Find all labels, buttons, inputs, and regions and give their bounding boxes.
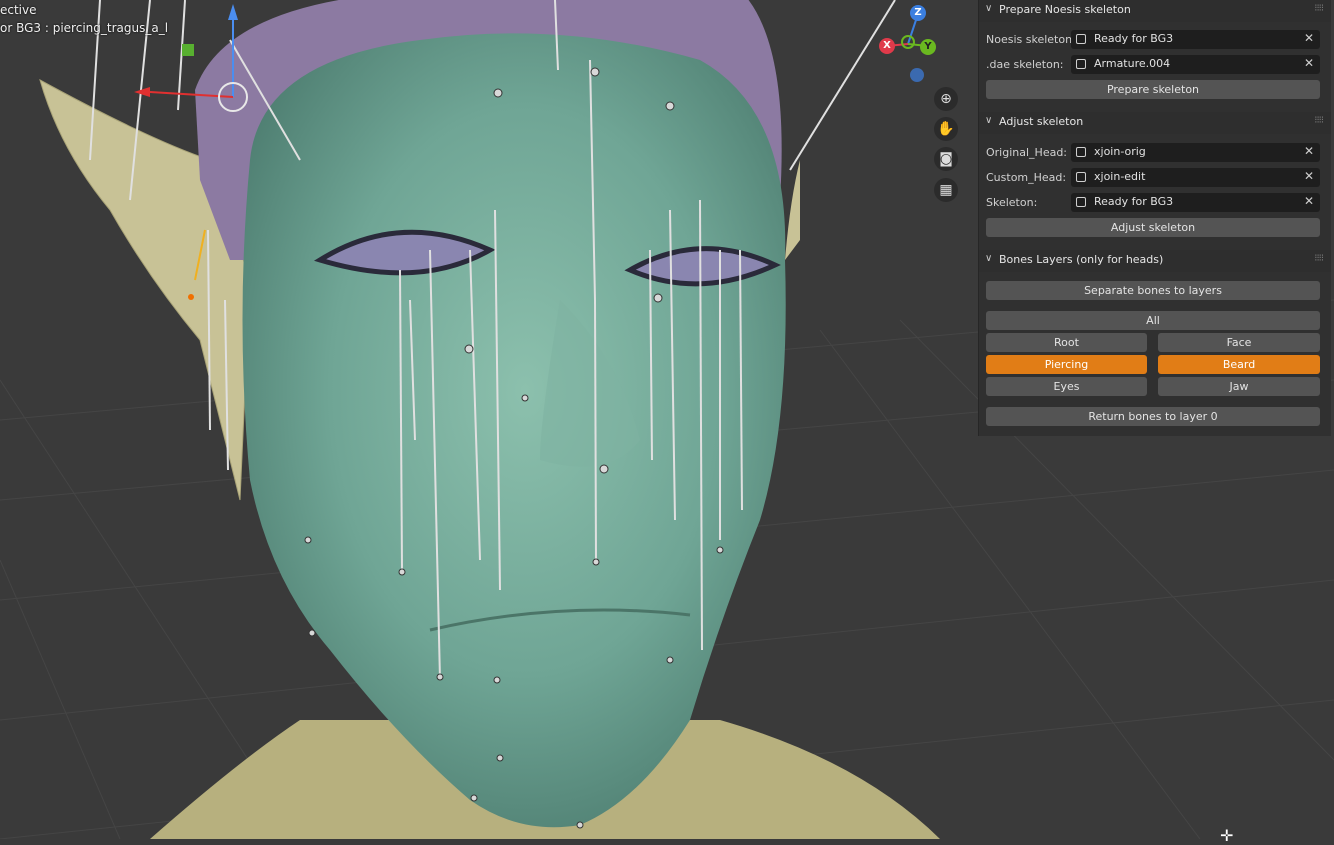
skeleton-label: Skeleton:: [986, 196, 1038, 209]
separate-bones-button[interactable]: Separate bones to layers: [986, 281, 1320, 300]
noesis-skeleton-label: Noesis skeleton:: [986, 33, 1076, 46]
drag-grip-icon[interactable]: ⁝⁝⁝⁝: [1314, 3, 1324, 14]
custom-head-field[interactable]: xjoin-edit ✕: [1071, 168, 1320, 187]
sidebar-panel: ∨ Prepare Noesis skeleton ⁝⁝⁝⁝ Noesis sk…: [978, 0, 1331, 436]
chevron-down-icon: ∨: [985, 253, 993, 264]
skeleton-field[interactable]: Ready for BG3 ✕: [1071, 193, 1320, 212]
layer-all-button[interactable]: All: [986, 311, 1320, 330]
original-head-value: xjoin-orig: [1094, 145, 1146, 158]
noesis-skeleton-value: Ready for BG3: [1094, 32, 1174, 45]
layer-jaw-button[interactable]: Jaw: [1158, 377, 1320, 396]
camera-icon[interactable]: ◙: [934, 147, 958, 171]
custom-head-value: xjoin-edit: [1094, 170, 1146, 183]
active-object-text: or BG3 : piercing_tragus_a_l: [0, 21, 169, 35]
dae-skeleton-field[interactable]: Armature.004 ✕: [1071, 55, 1320, 74]
layer-root-button[interactable]: Root: [986, 333, 1147, 352]
prepare-skeleton-button[interactable]: Prepare skeleton: [986, 80, 1320, 99]
navigation-gizmo[interactable]: Z X Y: [876, 4, 940, 84]
gizmo-neg-z-axis[interactable]: [910, 68, 924, 82]
hand-pan-icon[interactable]: ✋: [934, 117, 958, 141]
chevron-down-icon: ∨: [985, 115, 993, 126]
zoom-icon[interactable]: ⊕: [934, 87, 958, 111]
dae-skeleton-label: .dae skeleton:: [986, 58, 1064, 71]
object-icon: [1076, 172, 1086, 182]
clear-icon[interactable]: ✕: [1304, 194, 1314, 208]
object-icon: [1076, 197, 1086, 207]
drag-grip-icon[interactable]: ⁝⁝⁝⁝: [1314, 115, 1324, 126]
clear-icon[interactable]: ✕: [1304, 144, 1314, 158]
chevron-down-icon: ∨: [985, 3, 993, 14]
original-head-field[interactable]: xjoin-orig ✕: [1071, 143, 1320, 162]
layer-face-button[interactable]: Face: [1158, 333, 1320, 352]
gizmo-x-axis[interactable]: X: [879, 38, 895, 54]
clear-icon[interactable]: ✕: [1304, 31, 1314, 45]
section-title: Prepare Noesis skeleton: [999, 3, 1131, 16]
viewport-mode-text: ective: [0, 3, 37, 17]
clear-icon[interactable]: ✕: [1304, 169, 1314, 183]
section-adjust-skeleton-header[interactable]: ∨ Adjust skeleton ⁝⁝⁝⁝: [979, 112, 1331, 134]
object-icon: [1076, 34, 1086, 44]
layer-eyes-button[interactable]: Eyes: [986, 377, 1147, 396]
custom-head-label: Custom_Head:: [986, 171, 1067, 184]
noesis-skeleton-field[interactable]: Ready for BG3 ✕: [1071, 30, 1320, 49]
skeleton-value: Ready for BG3: [1094, 195, 1174, 208]
crosshair-cursor-icon: ✛: [1220, 826, 1234, 845]
object-icon: [1076, 59, 1086, 69]
clear-icon[interactable]: ✕: [1304, 56, 1314, 70]
layer-piercing-button[interactable]: Piercing: [986, 355, 1147, 374]
return-bones-button[interactable]: Return bones to layer 0: [986, 407, 1320, 426]
section-prepare-noesis-header[interactable]: ∨ Prepare Noesis skeleton ⁝⁝⁝⁝: [979, 0, 1331, 22]
drag-grip-icon[interactable]: ⁝⁝⁝⁝: [1314, 253, 1324, 264]
gizmo-y-axis[interactable]: Y: [920, 39, 936, 55]
original-head-label: Original_Head:: [986, 146, 1068, 159]
object-icon: [1076, 147, 1086, 157]
section-title: Bones Layers (only for heads): [999, 253, 1164, 266]
adjust-skeleton-button[interactable]: Adjust skeleton: [986, 218, 1320, 237]
dae-skeleton-value: Armature.004: [1094, 57, 1171, 70]
grid-perspective-icon[interactable]: ▦: [934, 178, 958, 202]
gizmo-z-axis[interactable]: Z: [910, 5, 926, 21]
section-title: Adjust skeleton: [999, 115, 1084, 128]
section-bones-layers-header[interactable]: ∨ Bones Layers (only for heads) ⁝⁝⁝⁝: [979, 250, 1331, 272]
layer-beard-button[interactable]: Beard: [1158, 355, 1320, 374]
